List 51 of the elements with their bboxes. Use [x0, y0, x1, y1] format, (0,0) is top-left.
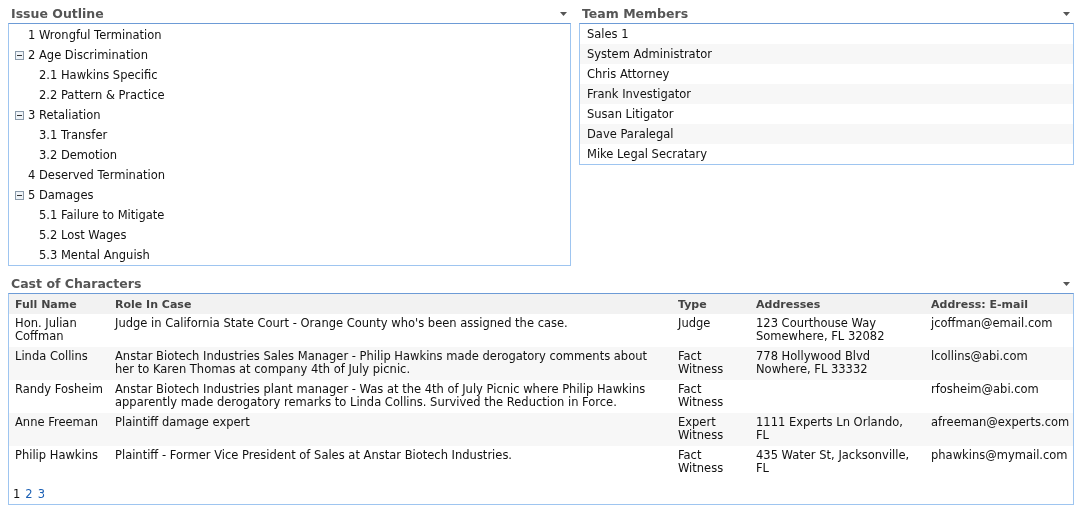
table-cell: Randy Fosheim: [9, 380, 109, 413]
table-cell: 123 Courthouse Way Somewhere, FL 32082: [750, 314, 925, 347]
table-cell: Anstar Biotech Industries plant manager - Was at the 4th of July Picnic where Philip Hawkins apparently made derogatory remarks to Linda Collins. Survived the Reduction in Force.: [109, 380, 672, 413]
outline-item[interactable]: 3.1 Transfer: [39, 128, 108, 142]
table-cell: Linda Collins: [9, 347, 109, 380]
outline-item[interactable]: 2.1 Hawkins Specific: [39, 68, 158, 82]
outline-item[interactable]: 5.3 Mental Anguish: [39, 248, 150, 262]
outline-item[interactable]: 3.2 Demotion: [39, 148, 118, 162]
page-link[interactable]: 1: [13, 487, 21, 501]
table-cell: Judge: [672, 314, 750, 347]
panel-title: Cast of Characters: [11, 276, 142, 291]
page-link[interactable]: 2: [25, 487, 33, 501]
table-cell: jcoffman@email.com: [925, 314, 1073, 347]
page-link[interactable]: 3: [37, 487, 45, 501]
dropdown-icon[interactable]: [1063, 11, 1070, 16]
table-cell: Fact Witness: [672, 380, 750, 413]
outline-item[interactable]: 5 Damages: [28, 188, 94, 202]
table-cell: Judge in California State Court - Orange County who's been assigned the case.: [109, 314, 672, 347]
dropdown-icon[interactable]: [1063, 281, 1070, 286]
table-cell: rfosheim@abi.com: [925, 380, 1073, 413]
table-cell: Hon. Julian Coffman: [9, 314, 109, 347]
outline-item[interactable]: 5.2 Lost Wages: [39, 228, 127, 242]
collapse-icon[interactable]: [15, 110, 24, 120]
column-header[interactable]: Full Name: [9, 294, 109, 314]
column-header[interactable]: Addresses: [750, 294, 925, 314]
column-header[interactable]: Role In Case: [109, 294, 672, 314]
outline-item[interactable]: 2 Age Discrimination: [28, 48, 148, 62]
table-cell: Fact Witness: [672, 347, 750, 380]
table-cell: 1111 Experts Ln Orlando, FL: [750, 413, 925, 446]
outline-item[interactable]: 1 Wrongful Termination: [28, 28, 162, 42]
collapse-icon[interactable]: [15, 50, 24, 60]
member-item[interactable]: Dave Paralegal: [580, 124, 1073, 144]
outline-item[interactable]: 2.2 Pattern & Practice: [39, 88, 165, 102]
dropdown-icon[interactable]: [560, 11, 567, 16]
table-cell: Anne Freeman: [9, 413, 109, 446]
column-header[interactable]: Address: E-mail: [925, 294, 1073, 314]
table-cell: Anstar Biotech Industries Sales Manager - Philip Hawkins made derogatory comments about her to Karen Thomas at company 4th of July picnic.: [109, 347, 672, 380]
panel-title: Issue Outline: [11, 6, 104, 21]
outline-item[interactable]: 3 Retaliation: [28, 108, 101, 122]
table-cell: lcollins@abi.com: [925, 347, 1073, 380]
table-cell: 778 Hollywood Blvd Nowhere, FL 33332: [750, 347, 925, 380]
panel-title: Team Members: [582, 6, 689, 21]
collapse-icon[interactable]: [15, 190, 24, 200]
table-cell: afreeman@experts.com: [925, 413, 1073, 446]
outline-item[interactable]: 4 Deserved Termination: [28, 168, 165, 182]
member-item[interactable]: System Administrator: [580, 44, 1073, 64]
table-cell: Plaintiff damage expert: [109, 413, 672, 446]
outline-item[interactable]: 5.1 Failure to Mitigate: [39, 208, 165, 222]
column-header[interactable]: Type: [672, 294, 750, 314]
member-item[interactable]: Frank Investigator: [580, 84, 1073, 104]
table-cell: Expert Witness: [672, 413, 750, 446]
